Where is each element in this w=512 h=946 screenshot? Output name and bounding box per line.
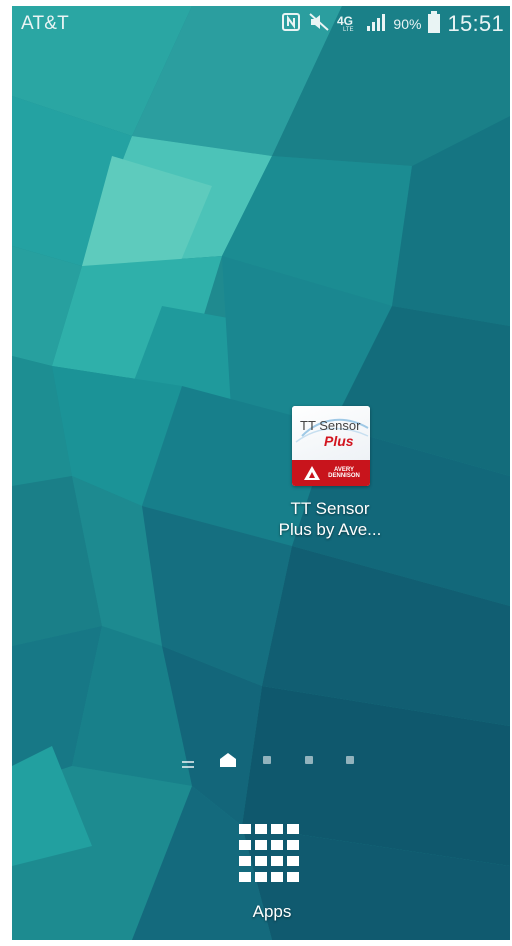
apps-button[interactable]: Apps [222,814,322,924]
page-dot[interactable] [263,756,271,764]
app-icon-plus: Plus [324,433,354,449]
app-label-line2: Plus by Ave... [278,520,382,539]
home-page-icon[interactable] [220,753,236,772]
page-dot[interactable] [305,756,313,764]
page-menu-icon[interactable] [182,756,194,774]
app-label-line1: TT Sensor [290,499,370,518]
wallpaper [12,6,510,940]
clock: 15:51 [447,11,504,36]
carrier-label: AT&T [21,13,69,34]
mute-icon [308,12,330,37]
apps-label: Apps [252,902,292,921]
avery-logo-icon [304,466,320,480]
apps-grid-icon [239,824,299,882]
svg-text:4G: 4G [337,14,353,28]
svg-text:LTE: LTE [343,27,354,32]
app-icon-brand-bar: AVERY DENNISON [292,460,370,486]
signal-icon [366,12,386,37]
status-bar: AT&T 4G LTE 90% 15:51 [12,6,510,42]
nfc-icon [281,12,301,37]
app-label: TT Sensor Plus by Ave... [260,498,400,540]
app-icon-brand: AVERY DENNISON [328,467,360,479]
battery-icon [428,10,441,38]
tt-sensor-plus-app-icon[interactable]: TT Sensor Plus AVERY DENNISON [292,406,370,486]
status-icons: 4G LTE 90% 15:51 [281,10,504,38]
home-screen: AT&T 4G LTE 90% 15:51 TT Sensor Plus AVE… [12,6,510,940]
4g-lte-icon: 4G LTE [337,12,359,37]
battery-percent: 90% [393,16,422,32]
app-icon-title: TT Sensor [300,418,361,433]
page-dot[interactable] [346,756,354,764]
app-icon-top: TT Sensor Plus [292,406,370,460]
